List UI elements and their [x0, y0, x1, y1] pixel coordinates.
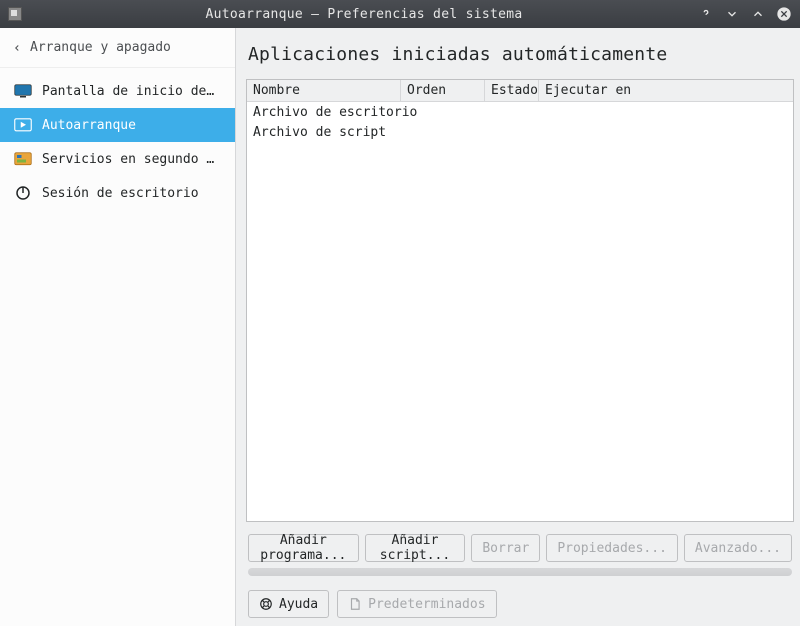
defaults-button: Predeterminados: [337, 590, 496, 618]
table-row[interactable]: Archivo de escritorio: [247, 102, 793, 122]
monitor-icon: [14, 84, 32, 98]
back-label: Arranque y apagado: [30, 40, 171, 55]
titlebar: Autoarranque — Preferencias del sistema: [0, 0, 800, 28]
help-button[interactable]: Ayuda: [248, 590, 329, 618]
column-header-status[interactable]: Estado: [485, 80, 539, 101]
column-header-run-on[interactable]: Ejecutar en: [539, 80, 793, 101]
document-icon: [348, 597, 362, 611]
sidebar-item-background-services[interactable]: Servicios en segundo pl…: [0, 142, 235, 176]
sidebar-item-label: Servicios en segundo pl…: [42, 152, 221, 167]
page-title: Aplicaciones iniciadas automáticamente: [246, 40, 794, 79]
advanced-button: Avanzado...: [684, 534, 792, 562]
sidebar: Arranque y apagado Pantalla de inicio de…: [0, 28, 236, 626]
sidebar-item-label: Sesión de escritorio: [42, 186, 199, 201]
sidebar-item-desktop-session[interactable]: Sesión de escritorio: [0, 176, 235, 210]
row-name: Archivo de escritorio: [247, 105, 793, 120]
back-button[interactable]: Arranque y apagado: [0, 28, 235, 68]
sidebar-item-autostart[interactable]: Autoarranque: [0, 108, 235, 142]
footer-button-row: Ayuda Predeterminados: [246, 576, 794, 618]
sidebar-nav: Pantalla de inicio de s… Autoarranque Se…: [0, 68, 235, 210]
table-row[interactable]: Archivo de script: [247, 122, 793, 142]
window-title: Autoarranque — Preferencias del sistema: [30, 7, 698, 22]
window-app-icon: [8, 7, 22, 21]
sidebar-item-label: Pantalla de inicio de s…: [42, 84, 221, 99]
power-icon: [14, 186, 32, 200]
window-buttons: [698, 6, 792, 22]
table-header: Nombre Orden Estado Ejecutar en: [247, 80, 793, 102]
play-box-icon: [14, 118, 32, 132]
main-panel: Aplicaciones iniciadas automáticamente N…: [236, 28, 800, 626]
horizontal-scrollbar[interactable]: [248, 568, 792, 576]
properties-button: Propiedades...: [546, 534, 678, 562]
help-button-icon[interactable]: [698, 6, 714, 22]
add-program-button[interactable]: Añadir programa...: [248, 534, 359, 562]
add-script-button[interactable]: Añadir script...: [365, 534, 466, 562]
minimize-button-icon[interactable]: [724, 6, 740, 22]
chevron-left-icon: [12, 43, 22, 53]
sidebar-item-splash-screen[interactable]: Pantalla de inicio de s…: [0, 74, 235, 108]
row-name: Archivo de script: [247, 125, 793, 140]
close-button-icon[interactable]: [776, 6, 792, 22]
remove-button: Borrar: [471, 534, 540, 562]
autostart-table: Nombre Orden Estado Ejecutar en Archivo …: [246, 79, 794, 522]
help-label: Ayuda: [279, 597, 318, 612]
sidebar-item-label: Autoarranque: [42, 118, 136, 133]
services-icon: [14, 152, 32, 166]
column-header-name[interactable]: Nombre: [247, 80, 401, 101]
defaults-label: Predeterminados: [368, 597, 485, 612]
action-button-row: Añadir programa... Añadir script... Borr…: [246, 522, 794, 562]
lifebuoy-icon: [259, 597, 273, 611]
maximize-button-icon[interactable]: [750, 6, 766, 22]
column-header-order[interactable]: Orden: [401, 80, 485, 101]
